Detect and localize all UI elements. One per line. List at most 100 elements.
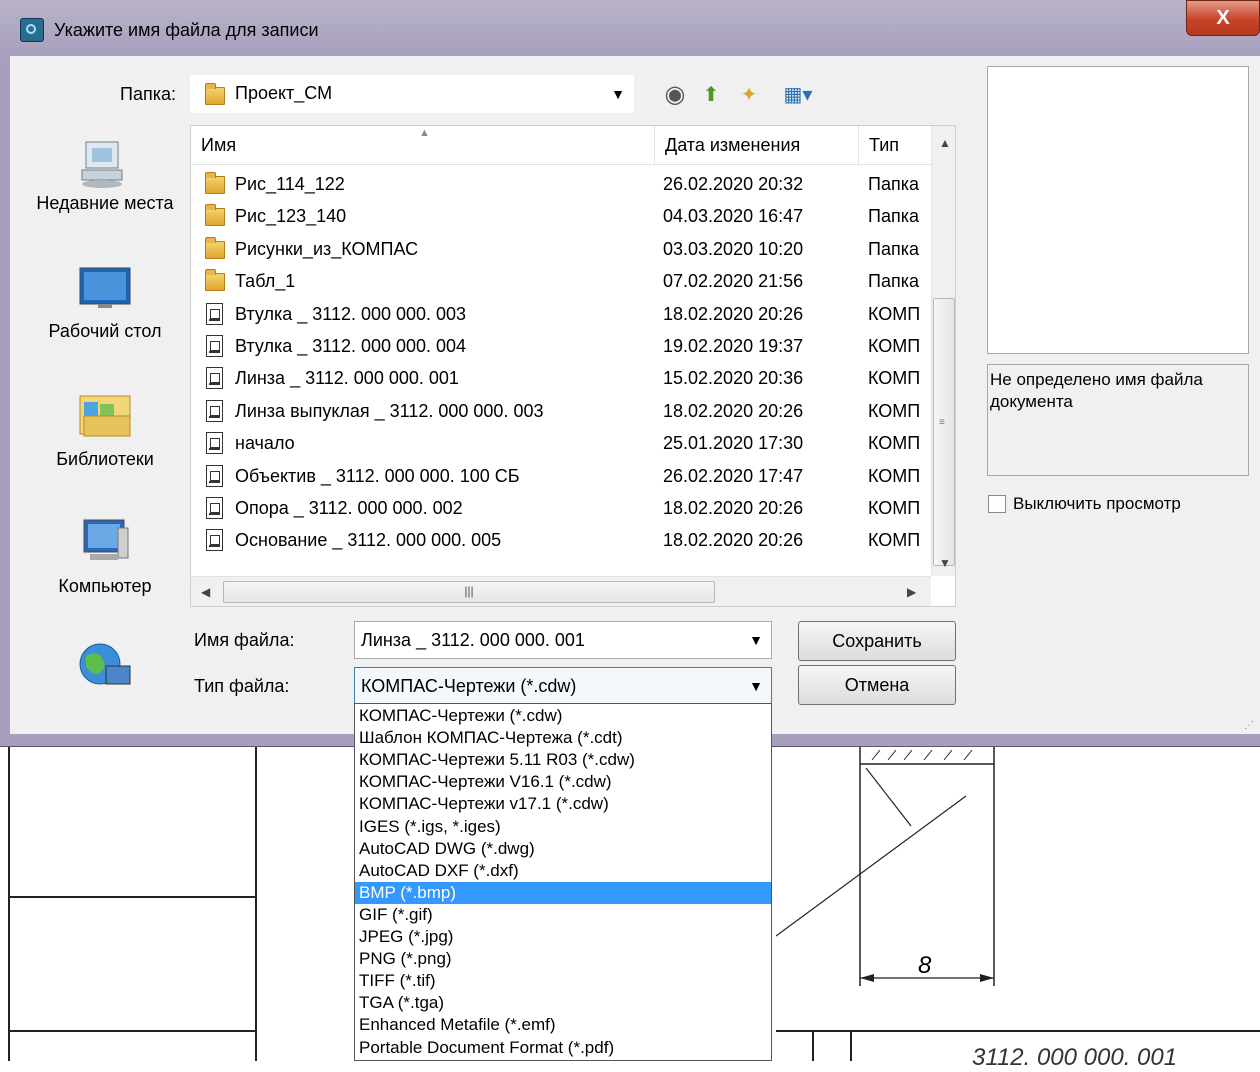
filetype-option[interactable]: КОМПАС-Чертежи v17.1 (*.cdw) bbox=[355, 793, 771, 815]
vertical-scroll-thumb[interactable]: ≡ bbox=[933, 298, 955, 566]
sort-ascending-icon: ▲ bbox=[419, 127, 430, 139]
resize-grip-icon[interactable]: ⋰ bbox=[1244, 720, 1254, 731]
horizontal-scrollbar[interactable]: ◀ ||| ▶ bbox=[191, 576, 931, 606]
drawing-file-icon bbox=[206, 497, 223, 519]
file-name: Основание _ 3112. 000 000. 005 bbox=[235, 530, 502, 551]
file-row[interactable]: начало 25.01.2020 17:30 КОМП bbox=[191, 427, 931, 459]
back-icon[interactable]: ◉ bbox=[662, 82, 688, 108]
folder-combo[interactable]: Проект_СМ ▼ bbox=[190, 75, 634, 113]
column-header-name[interactable]: Имя ▲ bbox=[191, 126, 655, 164]
file-row[interactable]: Табл_1 07.02.2020 21:56 Папка bbox=[191, 265, 931, 297]
file-row[interactable]: Рисунки_из_КОМПАС 03.03.2020 10:20 Папка bbox=[191, 233, 931, 265]
filetype-option[interactable]: Portable Document Format (*.pdf) bbox=[355, 1037, 771, 1059]
file-date: 25.01.2020 17:30 bbox=[663, 433, 804, 454]
cancel-button[interactable]: Отмена bbox=[798, 665, 956, 705]
file-type: КОМП bbox=[868, 530, 921, 551]
drawing-file-icon bbox=[206, 432, 223, 455]
view-menu-icon[interactable]: ▦▾ bbox=[778, 82, 818, 108]
file-date: 18.02.2020 20:26 bbox=[663, 400, 804, 421]
file-date: 19.02.2020 19:37 bbox=[663, 336, 804, 356]
filename-value: Линза _ 3112. 000 000. 001 bbox=[361, 630, 585, 650]
file-type: КОМП bbox=[868, 400, 921, 421]
file-type: КОМП bbox=[868, 303, 921, 324]
filetype-option[interactable]: AutoCAD DWG (*.dwg) bbox=[355, 838, 771, 860]
file-name: Рис_123_140 bbox=[235, 206, 347, 227]
drawing-file-icon bbox=[206, 367, 223, 390]
filetype-option[interactable]: JPEG (*.jpg) bbox=[355, 926, 771, 948]
file-date: 04.03.2020 16:47 bbox=[663, 206, 804, 227]
file-row[interactable]: Рис_123_140 04.03.2020 16:47 Папка bbox=[191, 200, 931, 232]
file-row[interactable]: Основание _ 3112. 000 000. 005 18.02.2020… bbox=[191, 524, 931, 556]
filename-input[interactable]: Линза _ 3112. 000 000. 001 ▼ bbox=[354, 621, 772, 659]
file-name: Линза _ 3112. 000 000. 001 bbox=[235, 368, 459, 389]
file-date: 18.02.2020 20:26 bbox=[663, 498, 804, 518]
filetype-option[interactable]: Шаблон КОМПАС-Чертежа (*.cdt) bbox=[355, 727, 771, 749]
vertical-scrollbar[interactable]: ▲ ≡ ▼ bbox=[931, 126, 955, 576]
grip-icon: ||| bbox=[464, 584, 474, 598]
filetype-option[interactable]: IGES (*.igs, *.iges) bbox=[355, 816, 771, 838]
scroll-up-icon[interactable]: ▲ bbox=[939, 136, 951, 150]
chevron-down-icon[interactable]: ▼ bbox=[611, 86, 625, 102]
filetype-option[interactable]: PNG (*.png) bbox=[355, 948, 771, 970]
up-folder-icon[interactable]: ⬆ bbox=[698, 82, 724, 108]
scroll-down-icon[interactable]: ▼ bbox=[939, 556, 951, 570]
filetype-option[interactable]: КОМПАС-Чертежи V16.1 (*.cdw) bbox=[355, 771, 771, 793]
filetype-option[interactable]: Enhanced Metafile (*.emf) bbox=[355, 1014, 771, 1036]
filetype-option[interactable]: TIFF (*.tif) bbox=[355, 970, 771, 992]
chevron-down-icon[interactable]: ▼ bbox=[749, 622, 763, 658]
file-row[interactable]: Опора _ 3112. 000 000. 002 18.02.2020 20:… bbox=[191, 492, 931, 524]
dimension-label: 8 bbox=[918, 952, 932, 979]
filetype-label: Тип файла: bbox=[194, 676, 290, 696]
filetype-option[interactable]: AutoCAD DXF (*.dxf) bbox=[355, 860, 771, 882]
drawing-file-icon bbox=[206, 302, 223, 325]
folder-icon bbox=[205, 269, 225, 292]
filetype-option[interactable]: BMP (*.bmp) bbox=[355, 881, 771, 904]
drawing-file-icon bbox=[206, 399, 223, 422]
title-bar[interactable]: Укажите имя файла для записи X bbox=[0, 0, 1260, 56]
file-list[interactable]: Имя ▲ Дата изменения Тип Рис_114_122 26.0… bbox=[190, 125, 956, 607]
place-computer-label: Компьютер bbox=[58, 576, 152, 596]
scroll-right-icon[interactable]: ▶ bbox=[907, 585, 916, 599]
filetype-option[interactable]: TGA (*.tga) bbox=[355, 992, 771, 1014]
stamp-designation: 3112. 000 000. 001 bbox=[972, 1044, 1178, 1071]
column-header-date[interactable]: Дата изменения bbox=[655, 126, 859, 164]
window-title: Укажите имя файла для записи bbox=[54, 20, 319, 40]
file-name: Втулка _ 3112. 000 000. 003 bbox=[235, 303, 467, 324]
filetype-option[interactable]: КОМПАС-Чертежи (*.cdw) bbox=[355, 705, 771, 727]
column-header-type[interactable]: Тип bbox=[859, 126, 931, 164]
folder-icon bbox=[205, 172, 225, 194]
drawing-file-icon bbox=[206, 335, 223, 357]
file-name: Рис_114_122 bbox=[235, 174, 345, 194]
file-name: начало bbox=[235, 433, 295, 454]
file-date: 26.02.2020 17:47 bbox=[663, 465, 804, 486]
file-row[interactable]: Втулка _ 3112. 000 000. 003 18.02.2020 20… bbox=[191, 298, 931, 330]
file-row[interactable]: Объектив _ 3112. 000 000. 100 СБ 26.02.20… bbox=[191, 460, 931, 492]
file-row[interactable]: Рис_114_122 26.02.2020 20:32 Папка bbox=[191, 168, 931, 200]
file-type: Папка bbox=[868, 238, 919, 259]
file-date: 03.03.2020 10:20 bbox=[663, 238, 804, 259]
file-name: Объектив _ 3112. 000 000. 100 СБ bbox=[235, 465, 520, 486]
filetype-option[interactable]: GIF (*.gif) bbox=[355, 904, 771, 926]
folder-icon bbox=[205, 236, 225, 259]
file-date: 07.02.2020 21:56 bbox=[663, 271, 804, 292]
file-row[interactable]: Линза выпуклая _ 3112. 000 000. 003 18.02… bbox=[191, 395, 931, 427]
scroll-left-icon[interactable]: ◀ bbox=[201, 585, 210, 599]
file-row[interactable]: Линза _ 3112. 000 000. 001 15.02.2020 20:… bbox=[191, 362, 931, 394]
drawing-file-icon bbox=[206, 529, 223, 552]
filetype-select[interactable]: КОМПАС-Чертежи (*.cdw) ▼ bbox=[354, 667, 772, 705]
folder-label: Папка: bbox=[120, 84, 176, 104]
network-icon bbox=[79, 643, 131, 685]
horizontal-scroll-thumb[interactable]: ||| bbox=[223, 581, 715, 603]
file-date: 18.02.2020 20:26 bbox=[663, 530, 804, 551]
save-button[interactable]: Сохранить bbox=[798, 621, 956, 661]
disable-preview-label: Выключить просмотр bbox=[1013, 494, 1181, 513]
disable-preview-checkbox[interactable] bbox=[988, 495, 1006, 513]
close-button[interactable]: X bbox=[1186, 0, 1260, 36]
file-row[interactable]: Втулка _ 3112. 000 000. 004 19.02.2020 19… bbox=[191, 330, 931, 362]
file-type: КОМП bbox=[868, 368, 921, 389]
filetype-dropdown-list[interactable]: КОМПАС-Чертежи (*.cdw) Шаблон КОМПАС-Черт… bbox=[354, 703, 772, 1061]
filetype-option[interactable]: КОМПАС-Чертежи 5.11 R03 (*.cdw) bbox=[355, 749, 771, 771]
new-folder-icon[interactable]: ✦ bbox=[736, 82, 762, 108]
chevron-down-icon[interactable]: ▼ bbox=[749, 668, 763, 704]
file-name: Табл_1 bbox=[235, 271, 296, 292]
